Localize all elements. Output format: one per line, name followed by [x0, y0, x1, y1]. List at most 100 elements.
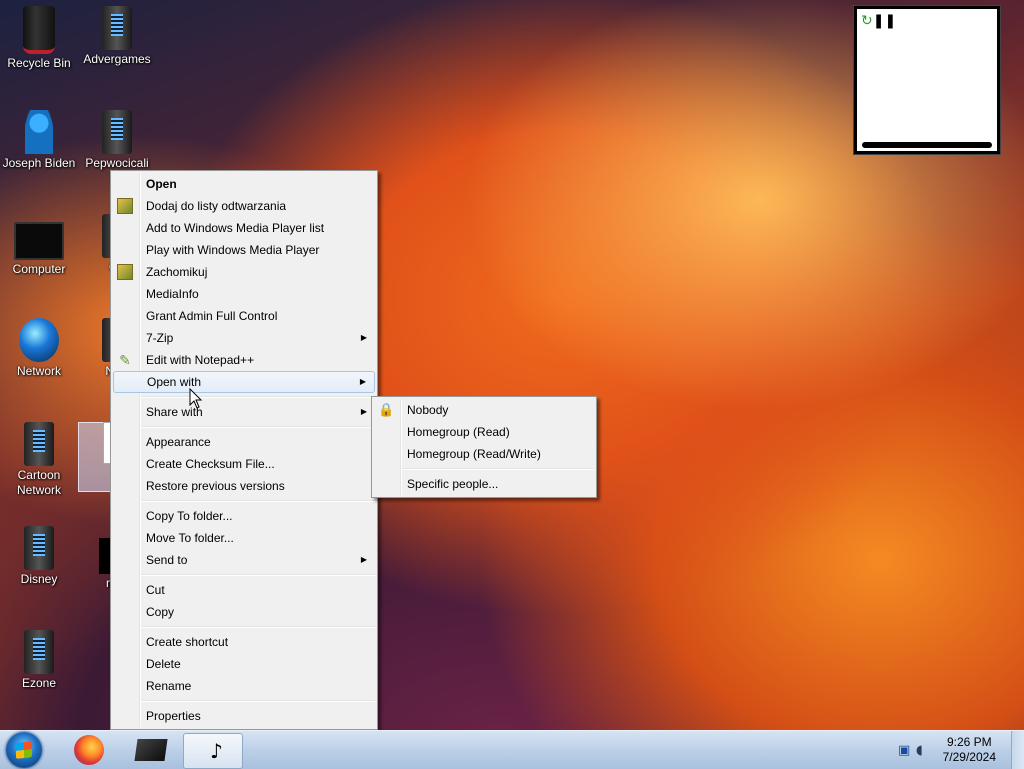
- menu-item-open[interactable]: Open: [113, 173, 375, 195]
- system-tray: ▣ ◖ 9:26 PM 7/29/2024: [884, 731, 1024, 769]
- show-desktop-button[interactable]: [1011, 731, 1024, 769]
- desktop-icon-label: Cartoon Network: [16, 468, 61, 497]
- menu-item-label: MediaInfo: [146, 287, 199, 301]
- chomikuj-icon: [117, 264, 133, 280]
- submenu-item-label: Nobody: [407, 403, 449, 417]
- submenu-arrow-icon: ▶: [360, 407, 367, 416]
- menu-item-label: Restore previous versions: [146, 479, 285, 493]
- share-with-submenu: 🔒 Nobody Homegroup (Read) Homegroup (Read…: [371, 396, 597, 498]
- menu-separator: [141, 426, 375, 428]
- menu-item-share-with[interactable]: Share with ▶: [113, 401, 375, 423]
- desktop-icon-label: Recycle Bin: [7, 56, 71, 70]
- folder-icon: [24, 526, 54, 570]
- menu-item-7zip[interactable]: 7-Zip ▶: [113, 327, 375, 349]
- submenu-item-nobody[interactable]: 🔒 Nobody: [374, 399, 594, 421]
- desktop-icon-recycle-bin[interactable]: Recycle Bin: [0, 6, 78, 71]
- menu-item-create-shortcut[interactable]: Create shortcut: [113, 631, 375, 653]
- folder-icon: [102, 6, 132, 50]
- start-button[interactable]: [6, 732, 42, 768]
- network-globe-icon: [19, 318, 59, 362]
- menu-item-delete[interactable]: Delete: [113, 653, 375, 675]
- desktop-icon-advergames[interactable]: Advergames: [78, 6, 156, 67]
- menu-separator: [141, 626, 375, 628]
- menu-separator: [141, 700, 375, 702]
- menu-item-create-checksum[interactable]: Create Checksum File...: [113, 453, 375, 475]
- play-pause-icon[interactable]: ↻❚❚: [861, 13, 896, 29]
- menu-item-label: Zachomikuj: [146, 265, 208, 279]
- desktop-icon-label: Computer: [12, 262, 66, 276]
- gadget-progress-bar[interactable]: [862, 142, 992, 148]
- submenu-item-label: Specific people...: [407, 477, 499, 491]
- media-player-icon: [117, 198, 133, 214]
- menu-item-label: Cut: [146, 583, 165, 597]
- desktop-icon-joseph-biden[interactable]: Joseph Biden: [0, 110, 78, 171]
- menu-item-dodaj[interactable]: Dodaj do listy odtwarzania: [113, 195, 375, 217]
- desktop-icon-cartoon-network[interactable]: Cartoon Network: [0, 422, 78, 498]
- folder-icon: [24, 422, 54, 466]
- menu-item-send-to[interactable]: Send to ▶: [113, 549, 375, 571]
- menu-item-add-to-wmp-list[interactable]: Add to Windows Media Player list: [113, 217, 375, 239]
- menu-item-grant-admin[interactable]: Grant Admin Full Control: [113, 305, 375, 327]
- taskbar-app-pen[interactable]: ♪: [183, 733, 243, 769]
- monitor-tray-icon[interactable]: ▣: [898, 743, 910, 758]
- menu-item-copy-to-folder[interactable]: Copy To folder...: [113, 505, 375, 527]
- submenu-item-label: Homegroup (Read): [407, 425, 510, 439]
- menu-item-play-with-wmp[interactable]: Play with Windows Media Player: [113, 239, 375, 261]
- menu-item-rename[interactable]: Rename: [113, 675, 375, 697]
- submenu-item-homegroup-readwrite[interactable]: Homegroup (Read/Write): [374, 443, 594, 465]
- clock[interactable]: 9:26 PM 7/29/2024: [943, 735, 996, 765]
- media-gadget[interactable]: ↻❚❚: [854, 6, 1000, 154]
- desktop-icon-label: Advergames: [83, 52, 151, 66]
- menu-item-label: Appearance: [146, 435, 211, 449]
- menu-item-label: Open: [146, 177, 177, 191]
- submenu-arrow-icon: ▶: [359, 377, 366, 386]
- mouse-pointer-icon: [189, 388, 203, 409]
- notepad-plus-plus-icon: ✎: [119, 352, 131, 368]
- menu-item-label: Open with: [147, 375, 202, 389]
- clock-time: 9:26 PM: [946, 735, 992, 749]
- submenu-item-homegroup-read[interactable]: Homegroup (Read): [374, 421, 594, 443]
- menu-item-zachomikuj[interactable]: Zachomikuj: [113, 261, 375, 283]
- menu-item-label: Create shortcut: [146, 635, 229, 649]
- submenu-arrow-icon: ▶: [360, 333, 367, 342]
- menu-item-open-with[interactable]: Open with ▶: [113, 371, 375, 393]
- menu-item-label: Dodaj do listy odtwarzania: [146, 199, 287, 213]
- taskbar-app-box[interactable]: [120, 733, 178, 767]
- menu-item-label: Create Checksum File...: [146, 457, 275, 471]
- taskbar: ♪ ▣ ◖ 9:26 PM 7/29/2024: [0, 730, 1024, 769]
- menu-item-restore-previous[interactable]: Restore previous versions: [113, 475, 375, 497]
- desktop-icon-label: Ezone: [21, 676, 57, 690]
- context-menu: Open Dodaj do listy odtwarzania Add to W…: [110, 170, 378, 730]
- desktop-icon-disney[interactable]: Disney: [0, 526, 78, 587]
- black-box-icon: [134, 739, 168, 761]
- desktop-icon-computer[interactable]: Computer: [0, 214, 78, 277]
- menu-item-label: Copy To folder...: [146, 509, 233, 523]
- menu-separator: [402, 468, 594, 470]
- menu-separator: [141, 500, 375, 502]
- desktop-icon-network[interactable]: Network: [0, 318, 78, 379]
- desktop-icon-ezone[interactable]: Ezone: [0, 630, 78, 691]
- menu-item-label: Grant Admin Full Control: [146, 309, 278, 323]
- menu-item-move-to-folder[interactable]: Move To folder...: [113, 527, 375, 549]
- menu-item-mediainfo[interactable]: MediaInfo: [113, 283, 375, 305]
- firefox-icon: [74, 735, 104, 765]
- menu-item-copy[interactable]: Copy: [113, 601, 375, 623]
- menu-item-edit-notepad[interactable]: ✎ Edit with Notepad++: [113, 349, 375, 371]
- pen-icon: ♪: [210, 739, 223, 763]
- recycle-bin-icon: [23, 6, 55, 54]
- submenu-item-specific-people[interactable]: Specific people...: [374, 473, 594, 495]
- menu-item-appearance[interactable]: Appearance: [113, 431, 375, 453]
- volume-tray-icon[interactable]: ◖: [916, 743, 923, 758]
- folder-icon: [24, 630, 54, 674]
- menu-separator: [141, 396, 375, 398]
- submenu-item-label: Homegroup (Read/Write): [407, 447, 541, 461]
- menu-item-label: 7-Zip: [146, 331, 174, 345]
- taskbar-firefox[interactable]: [58, 733, 116, 767]
- menu-item-label: Play with Windows Media Player: [146, 243, 320, 257]
- desktop-icon-label: Network: [16, 364, 61, 378]
- menu-item-cut[interactable]: Cut: [113, 579, 375, 601]
- menu-item-label: Delete: [146, 657, 181, 671]
- menu-item-label: Move To folder...: [146, 531, 234, 545]
- menu-item-label: Edit with Notepad++: [146, 353, 255, 367]
- menu-item-properties[interactable]: Properties: [113, 705, 375, 727]
